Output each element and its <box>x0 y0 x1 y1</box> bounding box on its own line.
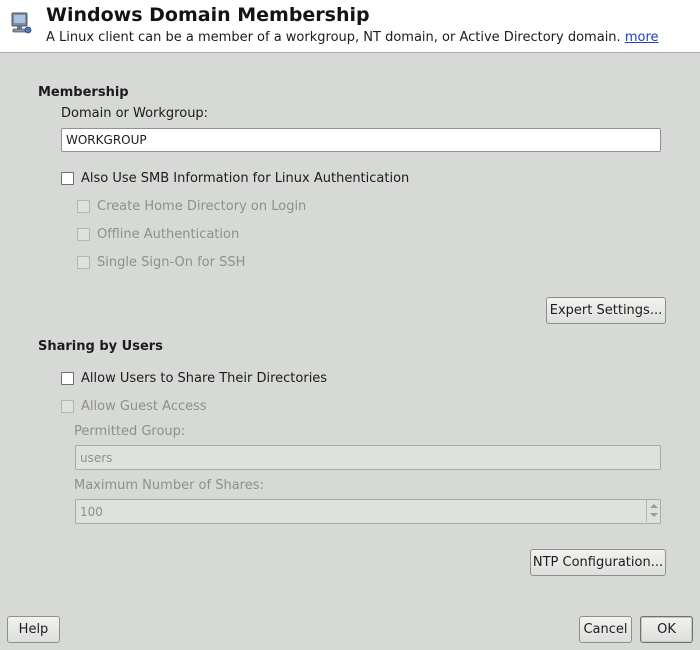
ok-button[interactable]: OK <box>640 616 693 643</box>
expert-settings-button[interactable]: Expert Settings... <box>546 297 666 324</box>
sso-checkbox <box>77 255 90 269</box>
allow-share-checkbox-row[interactable]: Allow Users to Share Their Directories <box>61 369 327 387</box>
page-title: Windows Domain Membership <box>46 4 370 26</box>
max-shares-spinner <box>646 500 661 522</box>
membership-section-title: Membership <box>38 85 129 100</box>
allow-share-checkbox[interactable] <box>61 371 74 385</box>
guest-access-label: Allow Guest Access <box>81 398 207 414</box>
offline-auth-checkbox <box>77 227 90 241</box>
offline-auth-label: Offline Authentication <box>97 226 240 242</box>
network-computer-icon <box>11 12 32 34</box>
page-subtitle: A Linux client can be a member of a work… <box>46 30 659 45</box>
use-smb-checkbox[interactable] <box>61 171 74 185</box>
dialog-header: Windows Domain Membership A Linux client… <box>0 0 700 53</box>
use-smb-checkbox-row[interactable]: Also Use SMB Information for Linux Authe… <box>61 169 409 187</box>
domain-input[interactable] <box>61 128 661 152</box>
help-button[interactable]: Help <box>7 616 60 643</box>
max-shares-input <box>75 499 661 524</box>
domain-label: Domain or Workgroup: <box>61 106 209 121</box>
permitted-group-input <box>75 445 661 470</box>
permitted-group-label: Permitted Group: <box>74 424 186 439</box>
more-link[interactable]: more <box>625 30 659 45</box>
ntp-configuration-button[interactable]: NTP Configuration... <box>530 549 666 576</box>
guest-access-checkbox-row: Allow Guest Access <box>61 397 207 415</box>
create-home-checkbox <box>77 199 90 213</box>
guest-access-checkbox <box>61 399 74 413</box>
create-home-checkbox-row: Create Home Directory on Login <box>77 197 306 215</box>
cancel-button[interactable]: Cancel <box>579 616 632 643</box>
sso-label: Single Sign-On for SSH <box>97 254 246 270</box>
allow-share-label: Allow Users to Share Their Directories <box>81 370 328 386</box>
max-shares-label: Maximum Number of Shares: <box>74 478 264 493</box>
sharing-section-title: Sharing by Users <box>38 339 163 354</box>
subtitle-text: A Linux client can be a member of a work… <box>46 30 621 45</box>
offline-auth-checkbox-row: Offline Authentication <box>77 225 239 243</box>
sso-checkbox-row: Single Sign-On for SSH <box>77 253 245 271</box>
create-home-label: Create Home Directory on Login <box>97 198 307 214</box>
use-smb-label: Also Use SMB Information for Linux Authe… <box>81 170 410 186</box>
spin-down-icon <box>650 513 658 517</box>
spin-up-icon <box>650 504 658 508</box>
